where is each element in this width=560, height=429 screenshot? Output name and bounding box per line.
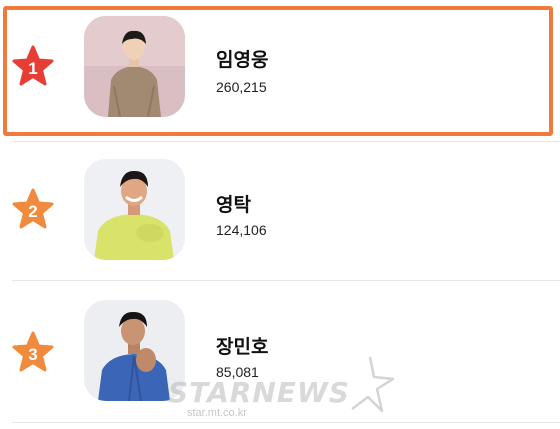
ranking-item-1[interactable]: 1 임영웅 260,215 [0,0,560,142]
rank-number: 2 [28,202,37,221]
singer-name: 장민호 [216,336,269,358]
singer-name: 임영웅 [216,49,269,71]
ranking-list: 1 임영웅 260,215 2 영탁 124,106 3 장민호 85,081 [0,0,560,429]
divider [12,422,560,423]
rank-star-icon: 3 [12,331,54,372]
watermark-url: star.mt.co.kr [187,407,247,419]
vote-count: 260,215 [216,79,267,95]
watermark-star-icon [351,356,395,413]
profile-photo[interactable] [84,159,185,260]
singer-name: 영탁 [216,194,251,216]
divider [12,280,560,281]
rank-star-icon: 2 [12,188,54,229]
profile-photo[interactable] [84,16,185,117]
rank-star-icon: 1 [12,45,54,86]
rank-number: 3 [28,345,37,364]
rank-number: 1 [28,59,37,78]
ranking-item-2[interactable]: 2 영탁 124,106 [0,142,560,284]
watermark-logo: STARNEWS [168,376,350,409]
vote-count: 124,106 [216,222,267,238]
